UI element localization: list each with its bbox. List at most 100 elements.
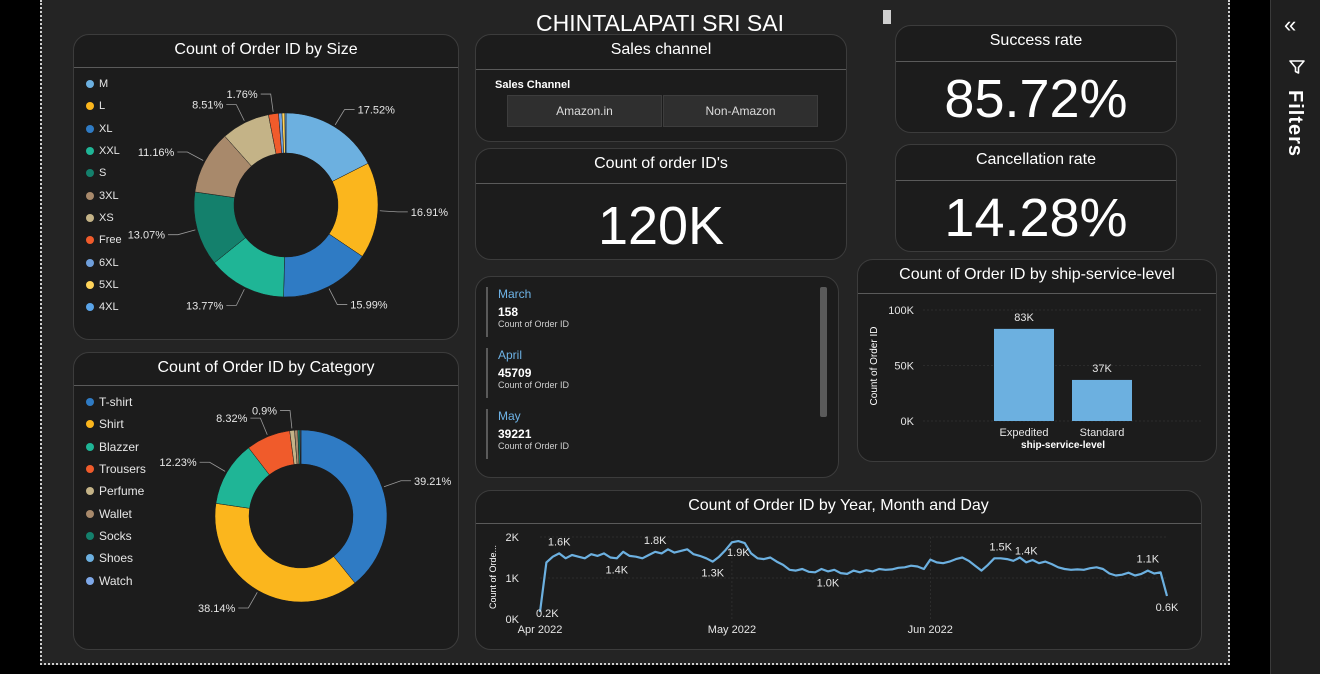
- sales-channel-divider: [476, 69, 846, 70]
- leader-line: [226, 104, 245, 121]
- size-data-label: 13.07%: [128, 230, 166, 242]
- point-data-label: 1.6K: [548, 536, 571, 548]
- month-row-march: March 158 Count of Order ID: [486, 287, 569, 337]
- slicer-option-amazon[interactable]: Amazon.in: [507, 95, 662, 127]
- order-count-title: Count of order ID's: [594, 155, 728, 172]
- category-slice[interactable]: [300, 429, 388, 584]
- slicer-option-non-amazon[interactable]: Non-Amazon: [663, 95, 818, 127]
- point-data-label: 1.4K: [1015, 545, 1038, 557]
- cancellation-rate-card: Cancellation rate 14.28%: [895, 144, 1177, 252]
- leader-line: [383, 480, 411, 488]
- monthly-card-scrollbar[interactable]: [820, 287, 827, 417]
- size-data-label: 16.91%: [411, 207, 449, 219]
- filters-pane-label[interactable]: Filters: [1283, 90, 1306, 157]
- category-data-label: 38.14%: [198, 603, 236, 615]
- success-rate-value: 85.72%: [944, 69, 1128, 129]
- y-tick-label: 50K: [894, 361, 914, 373]
- category-slice[interactable]: [214, 503, 356, 603]
- x-tick-label: Standard: [1080, 427, 1125, 439]
- point-data-label: 1.3K: [701, 568, 724, 580]
- leader-line: [250, 417, 268, 435]
- sales-channel-title: Sales channel: [610, 41, 712, 58]
- month-row-may: May 39221 Count of Order ID: [486, 409, 569, 459]
- point-data-label: 0.2K: [536, 608, 559, 620]
- size-data-label: 13.77%: [186, 300, 224, 312]
- slicer-header: Sales Channel: [495, 79, 571, 91]
- size-data-label: 11.16%: [138, 147, 175, 159]
- monthly-card: March 158 Count of Order ID April 45709 …: [475, 276, 839, 478]
- size-chart-card: Count of Order ID by Size M L XL XXL S 3XL XS F…: [73, 34, 459, 340]
- order-count-divider: [476, 183, 846, 184]
- success-rate-divider: [896, 61, 1176, 62]
- order-count-card: Count of order ID's 120K: [475, 148, 847, 260]
- y-tick-label: 1K: [506, 573, 520, 585]
- leader-line: [328, 288, 348, 305]
- size-data-label: 1.76%: [227, 89, 258, 101]
- x-axis-title: ship-service-level: [1021, 440, 1105, 451]
- size-donut-chart[interactable]: 17.52% 16.91% 15.99% 13.77% 13.07% 11.16% 8.51…: [74, 35, 459, 340]
- leader-line: [177, 151, 204, 161]
- y-tick-label: 2K: [506, 532, 520, 544]
- month-value: 158: [498, 305, 519, 319]
- point-data-label: 1.8K: [644, 535, 667, 547]
- category-slice[interactable]: [300, 429, 302, 465]
- category-data-label: 0.9%: [252, 406, 277, 418]
- bar-data-label: 37K: [1092, 363, 1112, 375]
- month-caption: Count of Order ID: [498, 380, 570, 390]
- series-line[interactable]: [538, 539, 1169, 613]
- month-value: 45709: [498, 366, 532, 380]
- category-donut-chart[interactable]: 39.21% 38.14% 12.23% 8.32% 0.9%: [74, 353, 459, 650]
- size-data-label: 15.99%: [350, 300, 388, 312]
- size-data-label: 8.51%: [192, 100, 223, 112]
- month-caption: Count of Order ID: [498, 319, 570, 329]
- ship-bar-chart[interactable]: 0K 50K 100K 83K Expedited 37K Standardship-ser…: [858, 260, 1217, 462]
- month-label: April: [498, 348, 523, 362]
- leader-line: [260, 93, 274, 112]
- leader-line: [238, 592, 258, 609]
- bar-data-label: 83K: [1014, 312, 1034, 324]
- y-tick-label: 0K: [901, 416, 915, 428]
- month-label: March: [498, 287, 532, 301]
- category-data-label: 12.23%: [159, 457, 197, 469]
- cancellation-rate-value: 14.28%: [944, 188, 1128, 248]
- success-rate-title: Success rate: [989, 32, 1083, 49]
- category-data-label: 39.21%: [414, 476, 452, 488]
- point-data-label: 0.6K: [1156, 602, 1179, 614]
- trend-line-chart[interactable]: 0K1K2KApr 2022 May 2022 Jun 20220.2K1.6K1.…: [476, 491, 1202, 650]
- double-chevron-left-icon[interactable]: «: [1284, 14, 1296, 36]
- y-axis-title: Count of Order ID: [869, 327, 880, 406]
- month-label: May: [498, 409, 521, 423]
- point-data-label: 1.4K: [605, 564, 628, 576]
- sales-channel-card: Sales channel Sales Channel Amazon.in No…: [475, 34, 847, 142]
- bar[interactable]: [1072, 379, 1132, 421]
- month-caption: Count of Order ID: [498, 441, 570, 451]
- leader-line: [168, 229, 196, 236]
- funnel-icon[interactable]: [1288, 58, 1306, 76]
- leader-line: [334, 109, 355, 126]
- x-tick-label: Expedited: [1000, 427, 1049, 439]
- category-chart-card: Count of Order ID by Category T-shirt Shi…: [73, 352, 459, 650]
- x-tick-label: May 2022: [708, 624, 756, 636]
- ship-chart-card: Count of Order ID by ship-service-level …: [857, 259, 1217, 462]
- x-tick-label: Jun 2022: [908, 624, 953, 636]
- leader-line: [379, 210, 408, 213]
- cancellation-rate-title: Cancellation rate: [975, 151, 1097, 168]
- cancellation-rate-divider: [896, 180, 1176, 181]
- x-tick-label: Apr 2022: [518, 624, 563, 636]
- month-value: 39221: [498, 427, 532, 441]
- leader-line: [199, 461, 226, 472]
- order-count-value: 120K: [597, 196, 725, 256]
- dashboard-title: CHINTALAPATI SRI SAI: [536, 10, 784, 36]
- bar[interactable]: [994, 328, 1054, 421]
- trend-chart-card: Count of Order ID by Year, Month and Day…: [475, 490, 1202, 650]
- y-tick-label: 100K: [888, 305, 914, 317]
- left-margin: [0, 0, 40, 674]
- y-axis-title: Count of Orde...: [488, 545, 498, 609]
- point-data-label: 1.1K: [1136, 554, 1159, 566]
- point-data-label: 1.5K: [989, 541, 1012, 553]
- size-data-label: 17.52%: [358, 105, 396, 117]
- point-data-label: 1.9K: [727, 547, 750, 559]
- canvas-scroll-handle[interactable]: [883, 10, 891, 24]
- leader-line: [226, 289, 245, 306]
- point-data-label: 1.0K: [817, 577, 840, 589]
